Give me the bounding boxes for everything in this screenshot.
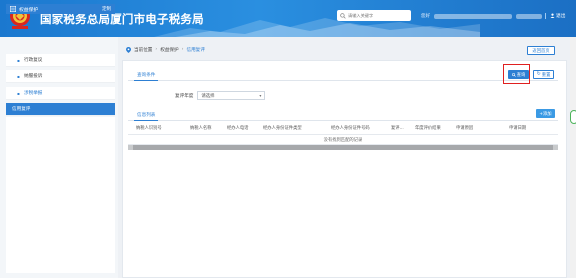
breadcrumb-prefix: 当前位置: [134, 47, 153, 53]
list-tabs-row: 信息列表: [128, 108, 558, 121]
breadcrumb-separator: ›: [181, 47, 184, 52]
sidebar-empty-area: [6, 117, 115, 273]
column-header[interactable]: 纳税人名称: [190, 125, 227, 131]
column-header[interactable]: 复评...: [391, 125, 415, 131]
logout-label: 退出: [556, 14, 566, 19]
sidebar-panel-header: 权益保护 定制: [6, 4, 115, 14]
year-filter-row: 复评年度 请选择 ▾: [175, 91, 266, 100]
user-greeting-prefix: 您好: [421, 14, 430, 19]
sidebar-item-label: 信用复评: [12, 107, 31, 112]
sidebar-item-credit-review[interactable]: 信用复评: [6, 103, 115, 116]
bullet-icon: ▪: [17, 57, 20, 63]
sidebar-item-label: 纳服投诉: [24, 74, 43, 79]
breadcrumb-current: 信用复评: [186, 47, 205, 53]
breadcrumb: 当前位置 › 权益保护 › 信用复评: [126, 46, 205, 53]
tab-query-conditions[interactable]: 查询条件: [134, 69, 159, 81]
side-float-handle[interactable]: [570, 110, 576, 124]
logout-button[interactable]: 退出: [550, 12, 566, 19]
reset-button[interactable]: ↻ 重置: [533, 70, 554, 79]
tab-info-list[interactable]: 信息列表: [134, 110, 159, 121]
horizontal-scrollbar[interactable]: [128, 145, 558, 150]
year-select[interactable]: 请选择 ▾: [197, 91, 266, 100]
customize-link[interactable]: 定制: [102, 6, 111, 12]
table-header: 纳税人识别号 纳税人名称 经办人电话 经办人身份证件类型 经办人身份证件号码 复…: [128, 121, 558, 135]
chevron-down-icon: ▾: [259, 93, 262, 98]
query-tabs-row: 查询条件: [128, 66, 558, 81]
redacted-user-id: [516, 13, 542, 19]
records-table: 纳税人识别号 纳税人名称 经办人电话 经办人身份证件类型 经办人身份证件号码 复…: [128, 121, 558, 150]
panel-menu-icon: [10, 6, 16, 12]
add-button[interactable]: +添加: [536, 109, 555, 118]
header-search[interactable]: [337, 10, 411, 21]
column-header[interactable]: 申请原因: [456, 125, 509, 131]
sidebar-item-label: 涉税举报: [24, 91, 43, 96]
sidebar-item-tax-report[interactable]: ▪ 涉税举报: [6, 87, 115, 100]
search-icon: [340, 12, 346, 19]
logout-icon: [550, 13, 555, 18]
user-greeting: 您好: [421, 12, 542, 20]
search-input[interactable]: [348, 13, 408, 18]
column-header[interactable]: 经办人电话: [227, 125, 263, 131]
empty-table-message: 没有找到匹配的记录: [128, 135, 558, 145]
breadcrumb-item[interactable]: 权益保护: [160, 47, 178, 53]
column-header[interactable]: 纳税人识别号: [128, 125, 190, 131]
scroll-right-arrow[interactable]: [553, 145, 558, 150]
sidebar-panel-title: 权益保护: [19, 7, 39, 13]
breadcrumb-separator: ›: [155, 47, 158, 52]
header-divider: [545, 13, 546, 19]
scroll-left-arrow[interactable]: [128, 145, 133, 150]
sidebar-item-admin-review[interactable]: ▪ 行政复议: [6, 54, 115, 67]
back-home-button[interactable]: 返回首页: [527, 46, 555, 55]
year-select-value: 请选择: [201, 93, 215, 99]
query-button-highlight: [503, 64, 530, 84]
reset-button-label: 重置: [541, 72, 551, 78]
bullet-icon: ▪: [17, 73, 20, 79]
redacted-user-name: [434, 13, 512, 19]
column-header[interactable]: 经办人身份证件类型: [263, 125, 331, 131]
sidebar-item-complaint[interactable]: ▪ 纳服投诉: [6, 70, 115, 83]
bullet-icon: ▪: [17, 90, 20, 96]
location-pin-icon: [126, 46, 131, 53]
sidebar-item-label: 行政复议: [24, 58, 43, 63]
column-header[interactable]: 经办人身份证件号码: [331, 125, 391, 131]
column-header[interactable]: 申请日期: [509, 125, 549, 131]
vertical-scrollbar[interactable]: [570, 37, 576, 278]
refresh-icon: ↻: [536, 71, 541, 77]
column-header[interactable]: 年度评价结果: [415, 125, 456, 131]
year-label: 复评年度: [175, 93, 194, 99]
